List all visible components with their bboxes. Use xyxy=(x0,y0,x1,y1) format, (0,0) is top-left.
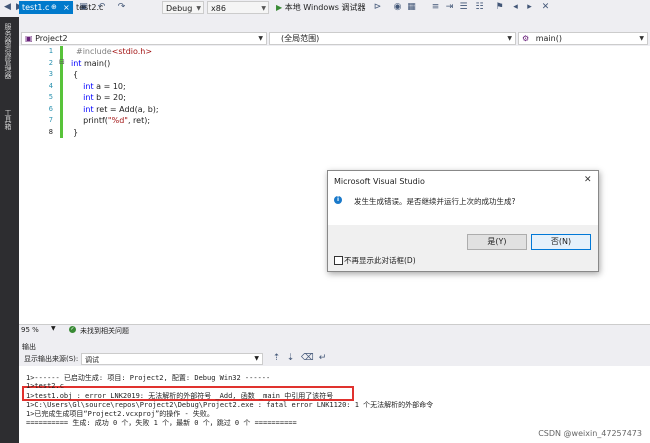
code-token: int xyxy=(83,81,94,91)
dialog-title: Microsoft Visual Studio xyxy=(334,177,425,186)
editor-status-bar: 95 % ▼ ✓ 未找到相关问题 xyxy=(19,324,650,336)
output-source-select[interactable]: 调试 ▼ xyxy=(81,353,263,365)
code-line[interactable]: } xyxy=(73,128,78,137)
tab-test1-c[interactable]: test1.c ⊕ × xyxy=(19,1,73,14)
comment-icon[interactable]: ☰ xyxy=(458,2,469,13)
start-debugger-button[interactable]: ▶ 本地 Windows 调试器 xyxy=(276,1,366,15)
clear-all-icon[interactable]: ⌫ xyxy=(301,353,314,364)
code-token: ret = Add(a, b); xyxy=(93,104,159,114)
project-dropdown[interactable]: ▣ Project2 ▼ xyxy=(21,32,267,45)
chevron-down-icon: ▼ xyxy=(258,35,263,42)
output-line: 1>test2.c xyxy=(26,382,64,390)
back-icon[interactable]: ◀ xyxy=(2,2,13,13)
collapse-icon[interactable]: ⊟ xyxy=(59,58,65,66)
pin-icon[interactable]: ⊕ xyxy=(51,1,57,14)
code-line[interactable]: int b = 20; xyxy=(73,93,126,102)
code-token: <stdio.h> xyxy=(111,47,153,56)
line-number: 3 xyxy=(48,70,53,78)
build-error-dialog: Microsoft Visual Studio ✕ i 发生生成错误。是否继续并… xyxy=(327,170,599,272)
line-number: 2 xyxy=(48,58,53,67)
watermark: CSDN @weixin_47257473 xyxy=(538,429,642,438)
dont-show-label[interactable]: 不再显示此对话框(D) xyxy=(344,255,416,266)
code-token: } xyxy=(73,127,79,137)
output-line: ========== 生成: 成功 0 个，失败 1 个，最新 0 个，跳过 0… xyxy=(26,419,297,427)
line-number: 1 xyxy=(48,47,53,55)
left-tool-strip: 服务器资源管理器 工具箱 xyxy=(0,17,19,443)
info-icon: i xyxy=(334,196,342,204)
line-number-gutter: 1 2 3 4 5 6 7 8 xyxy=(19,46,67,324)
bookmark-prev-icon[interactable]: ◂ xyxy=(510,2,521,13)
screenshot-icon[interactable]: ▦ xyxy=(406,2,417,13)
code-token: b = 20; xyxy=(93,93,126,102)
zoom-level[interactable]: 95 % xyxy=(21,326,39,334)
word-wrap-icon[interactable]: ↵ xyxy=(317,353,328,364)
code-line[interactable]: #include<stdio.h> xyxy=(76,47,152,56)
format-icon[interactable]: ≡ xyxy=(430,2,441,13)
line-number: 8 xyxy=(48,127,53,136)
indent-icon[interactable]: ⇥ xyxy=(444,2,455,13)
code-token: int xyxy=(83,93,94,102)
bookmark-icon[interactable]: ⚑ xyxy=(494,2,505,13)
function-dropdown[interactable]: ⚙ main() ▼ xyxy=(518,32,648,45)
line-number: 5 xyxy=(48,93,53,101)
no-button[interactable]: 否(N) xyxy=(531,234,591,250)
chevron-down-icon: ▼ xyxy=(507,35,512,42)
toolbox-tab[interactable]: 工具箱 xyxy=(3,109,13,130)
close-icon[interactable]: × xyxy=(63,1,70,14)
check-icon: ✓ xyxy=(69,326,76,333)
code-token: int xyxy=(83,104,94,114)
chevron-down-icon[interactable]: ▼ xyxy=(51,325,56,332)
function-icon: ⚙ xyxy=(522,34,530,43)
code-token: #include xyxy=(76,47,112,56)
project-icon: ▣ xyxy=(25,34,33,43)
chevron-down-icon: ▼ xyxy=(261,5,266,12)
bookmark-clear-icon[interactable]: ✕ xyxy=(540,2,551,13)
code-line[interactable]: int a = 10; xyxy=(73,82,126,91)
dialog-message: 发生生成错误。是否继续并运行上次的成功生成? xyxy=(354,197,516,206)
config-select[interactable]: Debug ▼ xyxy=(162,1,204,14)
code-line[interactable]: int ret = Add(a, b); xyxy=(73,104,159,114)
code-token: "%d" xyxy=(107,116,128,125)
issues-status: 未找到相关问题 xyxy=(80,327,129,335)
uncomment-icon[interactable]: ☷ xyxy=(474,2,485,13)
code-token: main() xyxy=(81,58,111,68)
code-token: int xyxy=(71,58,82,68)
close-icon[interactable]: ✕ xyxy=(584,175,592,185)
navigation-bar: ▣ Project2 ▼ (全局范围) ▼ ⚙ main() ▼ xyxy=(19,31,650,46)
code-token: printf( xyxy=(73,116,108,125)
chevron-down-icon: ▼ xyxy=(639,35,644,42)
attach-icon[interactable]: ⊳ xyxy=(372,2,383,13)
tab-bar xyxy=(19,17,650,31)
tab-test2-c[interactable]: test2.c xyxy=(73,1,125,14)
line-number: 7 xyxy=(48,116,53,124)
output-panel-title: 输出 xyxy=(19,341,650,352)
code-line[interactable]: printf("%d", ret); xyxy=(73,116,150,125)
platform-select[interactable]: x86 ▼ xyxy=(207,1,269,14)
chevron-down-icon: ▼ xyxy=(196,5,201,12)
code-line[interactable]: int main() xyxy=(71,59,110,68)
code-line[interactable]: { xyxy=(73,70,78,79)
dont-show-checkbox[interactable] xyxy=(334,256,343,265)
scope-dropdown[interactable]: (全局范围) ▼ xyxy=(269,32,516,45)
bookmark-next-icon[interactable]: ▸ xyxy=(524,2,535,13)
server-explorer-tab[interactable]: 服务器资源管理器 xyxy=(3,23,13,79)
code-token: a = 10; xyxy=(93,81,126,91)
output-source-bar: 显示输出来源(S): 调试 ▼ ⇡ ⇣ ⌫ ↵ xyxy=(19,352,650,366)
line-number: 6 xyxy=(48,104,53,113)
chevron-down-icon: ▼ xyxy=(254,355,259,362)
output-source-label: 显示输出来源(S): xyxy=(24,355,79,363)
code-token: , ret); xyxy=(127,116,151,125)
find-message-icon[interactable]: ⇡ xyxy=(271,353,282,364)
play-icon: ▶ xyxy=(276,3,283,12)
line-number: 4 xyxy=(48,81,53,90)
yes-button[interactable]: 是(Y) xyxy=(467,234,527,250)
next-message-icon[interactable]: ⇣ xyxy=(285,353,296,364)
camera-icon[interactable]: ◉ xyxy=(392,2,403,13)
code-token: { xyxy=(73,70,79,79)
